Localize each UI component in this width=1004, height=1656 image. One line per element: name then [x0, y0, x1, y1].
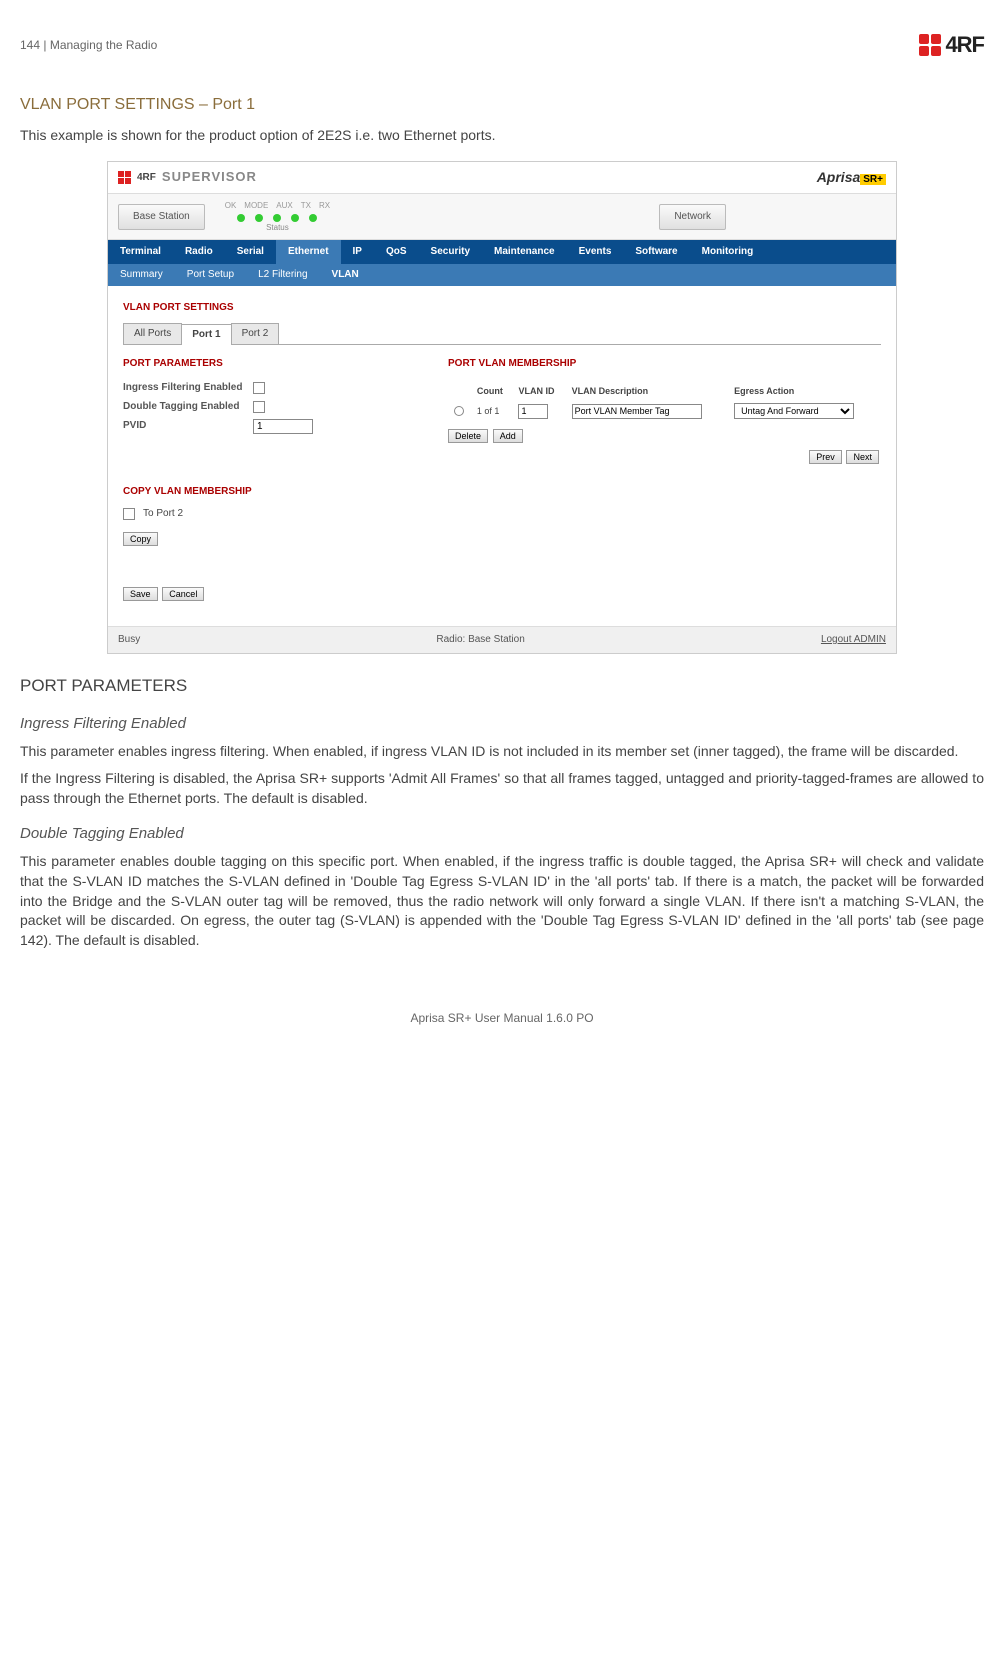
sub-nav: Summary Port Setup L2 Filtering VLAN: [108, 264, 896, 286]
ingress-filtering-checkbox[interactable]: [253, 382, 265, 394]
nav-security[interactable]: Security: [419, 240, 482, 264]
section-name: Managing the Radio: [50, 38, 157, 52]
page-title: VLAN PORT SETTINGS – Port 1: [20, 94, 984, 116]
nav-maintenance[interactable]: Maintenance: [482, 240, 567, 264]
nav-radio[interactable]: Radio: [173, 240, 225, 264]
port-parameters-heading: PORT PARAMETERS: [20, 674, 984, 698]
egress-action-select[interactable]: Untag And Forward: [734, 403, 854, 419]
vlan-port-settings-title: VLAN PORT SETTINGS: [123, 301, 881, 315]
nav-events[interactable]: Events: [567, 240, 624, 264]
prev-button[interactable]: Prev: [809, 450, 842, 464]
table-row: 1 of 1 Untag And Forward: [450, 401, 879, 421]
add-button[interactable]: Add: [493, 429, 523, 443]
status-busy: Busy: [118, 633, 140, 647]
main-nav: Terminal Radio Serial Ethernet IP QoS Se…: [108, 240, 896, 264]
nav-qos[interactable]: QoS: [374, 240, 419, 264]
port-vlan-membership-title: PORT VLAN MEMBERSHIP: [448, 357, 881, 371]
double-p1: This parameter enables double tagging on…: [20, 852, 984, 950]
header-logo: 4RF: [919, 30, 984, 61]
copy-vlan-title: COPY VLAN MEMBERSHIP: [123, 485, 881, 499]
base-station-button[interactable]: Base Station: [118, 204, 205, 230]
next-button[interactable]: Next: [846, 450, 879, 464]
aprisa-logo: AprisaSR+: [817, 168, 886, 188]
double-tagging-label: Double Tagging Enabled: [123, 400, 253, 414]
subnav-portsetup[interactable]: Port Setup: [175, 264, 246, 286]
tab-port1[interactable]: Port 1: [181, 324, 231, 345]
nav-monitoring[interactable]: Monitoring: [690, 240, 766, 264]
logout-link[interactable]: Logout ADMIN: [821, 633, 886, 647]
ingress-filtering-heading: Ingress Filtering Enabled: [20, 713, 984, 734]
subnav-l2filtering[interactable]: L2 Filtering: [246, 264, 319, 286]
copy-button[interactable]: Copy: [123, 532, 158, 546]
subnav-summary[interactable]: Summary: [108, 264, 175, 286]
nav-ip[interactable]: IP: [341, 240, 374, 264]
to-port2-label: To Port 2: [143, 507, 183, 521]
port-tabs: All Ports Port 1 Port 2: [123, 323, 881, 345]
screenshot-footer: Busy Radio: Base Station Logout ADMIN: [108, 626, 896, 653]
page-footer: Aprisa SR+ User Manual 1.6.0 PO: [20, 1010, 984, 1027]
app-brand: 4RF SUPERVISOR: [118, 168, 257, 186]
tab-allports[interactable]: All Ports: [123, 323, 182, 344]
nav-serial[interactable]: Serial: [225, 240, 276, 264]
subnav-vlan[interactable]: VLAN: [320, 264, 371, 286]
network-button[interactable]: Network: [659, 204, 726, 230]
double-tagging-checkbox[interactable]: [253, 401, 265, 413]
pvid-label: PVID: [123, 419, 253, 433]
radio-status: Radio: Base Station: [436, 633, 524, 647]
nav-ethernet[interactable]: Ethernet: [276, 240, 341, 264]
status-leds: OK MODE AUX TX RX Status: [225, 200, 330, 232]
nav-terminal[interactable]: Terminal: [108, 240, 173, 264]
nav-software[interactable]: Software: [623, 240, 689, 264]
ingress-p2: If the Ingress Filtering is disabled, th…: [20, 769, 984, 808]
cancel-button[interactable]: Cancel: [162, 587, 204, 601]
page-number: 144: [20, 38, 40, 52]
vlan-id-input[interactable]: [518, 404, 548, 419]
vlan-desc-input[interactable]: [572, 404, 702, 419]
row-radio[interactable]: [454, 406, 464, 416]
ingress-p1: This parameter enables ingress filtering…: [20, 742, 984, 762]
pvid-input[interactable]: [253, 419, 313, 434]
delete-button[interactable]: Delete: [448, 429, 488, 443]
double-tagging-heading: Double Tagging Enabled: [20, 823, 984, 844]
intro-text: This example is shown for the product op…: [20, 126, 984, 146]
page-header-left: 144 | Managing the Radio: [20, 37, 157, 54]
to-port2-checkbox[interactable]: [123, 508, 135, 520]
ingress-filtering-label: Ingress Filtering Enabled: [123, 381, 253, 395]
port-parameters-title: PORT PARAMETERS: [123, 357, 423, 371]
supervisor-screenshot: 4RF SUPERVISOR AprisaSR+ Base Station OK…: [107, 161, 897, 654]
tab-port2[interactable]: Port 2: [231, 323, 280, 344]
membership-table: Count VLAN ID VLAN Description Egress Ac…: [448, 381, 881, 424]
save-button[interactable]: Save: [123, 587, 158, 601]
